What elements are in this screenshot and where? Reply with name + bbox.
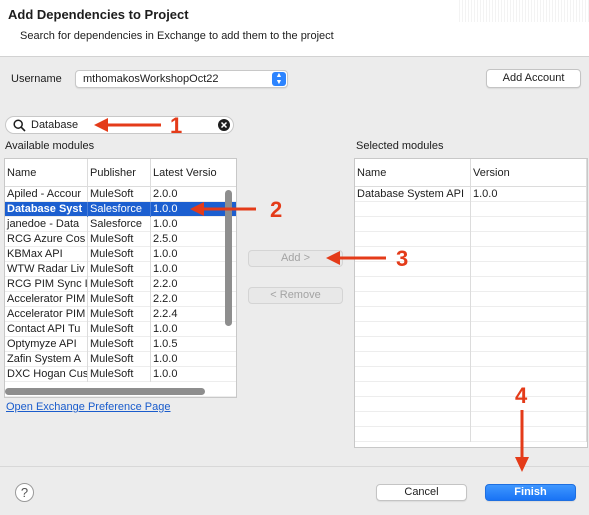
annotation-number: 1 [170, 113, 183, 138]
annotation-number: 3 [396, 246, 409, 271]
arrow-3-head [326, 251, 340, 265]
arrow-1-head [94, 118, 108, 132]
arrow-4-head [515, 457, 529, 472]
annotation-number: 4 [515, 383, 528, 408]
annotation-overlay [94, 118, 529, 472]
annotation-number: 2 [270, 197, 283, 222]
arrow-2-head [190, 202, 204, 216]
